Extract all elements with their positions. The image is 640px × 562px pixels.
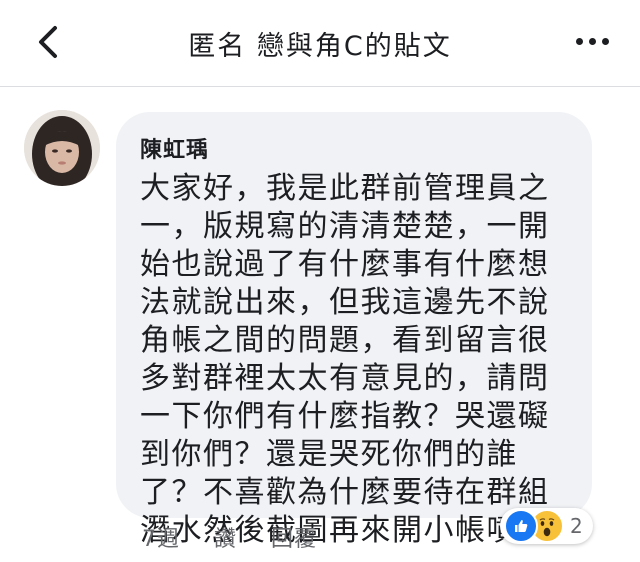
comment-bubble: 陳虹瑀 大家好，我是此群前管理員之一，版規寫的清清楚楚，一開始也說過了有什麼事有…	[116, 112, 592, 548]
like-icon	[504, 509, 538, 543]
more-icon-dot	[575, 37, 583, 45]
reply-button[interactable]: 回覆	[271, 521, 317, 553]
more-icon-dot	[588, 37, 596, 45]
avatar[interactable]	[24, 110, 100, 186]
comment-actions: 7週 讚 回覆	[142, 521, 351, 553]
more-icon-dot	[601, 37, 609, 45]
comment-timestamp[interactable]: 7週	[142, 521, 180, 553]
more-options-button[interactable]	[572, 26, 612, 56]
comment-author[interactable]: 陳虹瑀	[140, 132, 570, 164]
reaction-count: 2	[570, 514, 583, 538]
top-bar: 匿名 戀與角C的貼文	[0, 0, 640, 87]
reaction-summary[interactable]: 2	[500, 508, 593, 544]
page-title: 匿名 戀與角C的貼文	[188, 31, 452, 62]
profile-photo	[24, 110, 100, 186]
like-button[interactable]: 讚	[214, 521, 237, 553]
comment-text: 大家好，我是此群前管理員之一，版規寫的清清楚楚，一開始也說過了有什麼事有什麼想法…	[140, 171, 550, 548]
